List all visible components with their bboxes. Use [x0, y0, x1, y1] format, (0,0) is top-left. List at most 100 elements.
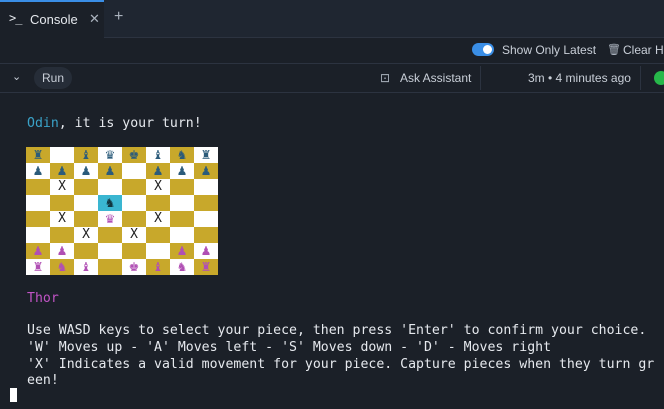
tab-console[interactable]: >_ Console ✕ [0, 0, 104, 38]
chess-piece: ♟ [104, 164, 116, 178]
chess-piece: ♟ [152, 164, 164, 178]
board-square[interactable]: ♞ [170, 259, 194, 275]
board-square[interactable] [122, 195, 146, 211]
board-square[interactable]: ♟ [194, 243, 218, 259]
board-square[interactable] [170, 179, 194, 195]
board-square[interactable]: X [146, 179, 170, 195]
board-square[interactable] [146, 227, 170, 243]
ask-assistant-button[interactable]: Ask Assistant [400, 71, 471, 85]
valid-move-marker: X [154, 211, 162, 226]
board-square[interactable] [170, 195, 194, 211]
chevron-down-icon[interactable]: ⌄ [12, 70, 21, 83]
divider [480, 66, 481, 90]
board-square[interactable] [74, 211, 98, 227]
board-square[interactable]: X [146, 211, 170, 227]
board-square[interactable]: X [74, 227, 98, 243]
board-square[interactable]: ♛ [98, 147, 122, 163]
board-square[interactable] [146, 195, 170, 211]
instruction-line: 'X' Indicates a valid movement for your … [27, 357, 655, 372]
board-square[interactable] [74, 179, 98, 195]
board-square[interactable] [74, 195, 98, 211]
board-square[interactable] [122, 179, 146, 195]
board-square[interactable]: ♟ [194, 163, 218, 179]
board-square[interactable] [26, 211, 50, 227]
show-only-latest-label[interactable]: Show Only Latest [502, 43, 596, 57]
board-square[interactable] [194, 195, 218, 211]
board-square[interactable] [170, 211, 194, 227]
board-square[interactable] [122, 211, 146, 227]
chess-piece: ♝ [152, 148, 164, 162]
board-square[interactable]: ♚ [122, 147, 146, 163]
chess-board[interactable]: ♜ ♝ ♛ ♚ ♝ ♞ ♜ ♟ ♟ ♟ ♟ ♟ ♟ ♟ X X ♞ X ♛ X X X ♟ ♟ ♟ ♟ ♜ ♞ ♝ ♚ ♝ ♞ ♜ [26, 147, 218, 275]
board-square[interactable]: X [122, 227, 146, 243]
board-square[interactable] [194, 211, 218, 227]
chess-piece: ♝ [152, 260, 164, 274]
board-square[interactable] [146, 243, 170, 259]
board-square[interactable]: ♞ [170, 147, 194, 163]
board-square[interactable] [98, 259, 122, 275]
chess-piece: ♛ [104, 212, 116, 226]
instruction-line: 'W' Moves up - 'A' Moves left - 'S' Move… [27, 340, 552, 355]
chess-piece: ♟ [32, 164, 44, 178]
board-square[interactable] [122, 163, 146, 179]
show-only-latest-toggle[interactable] [472, 43, 494, 56]
board-square[interactable] [50, 147, 74, 163]
board-square[interactable] [50, 227, 74, 243]
board-square[interactable]: ♝ [146, 147, 170, 163]
board-square[interactable]: ♟ [98, 163, 122, 179]
board-square[interactable] [74, 243, 98, 259]
turn-message: Odin, it is your turn! [27, 116, 202, 131]
run-button[interactable]: Run [34, 67, 72, 89]
board-square[interactable]: ♟ [74, 163, 98, 179]
board-square[interactable]: ♝ [146, 259, 170, 275]
board-square[interactable] [26, 195, 50, 211]
board-square[interactable] [98, 227, 122, 243]
board-square[interactable] [98, 179, 122, 195]
board-square[interactable]: ♞ [98, 195, 122, 211]
board-square[interactable] [194, 179, 218, 195]
board-square[interactable]: ♝ [74, 259, 98, 275]
board-square[interactable] [50, 195, 74, 211]
board-square[interactable]: X [50, 179, 74, 195]
instruction-line: Use WASD keys to select your piece, then… [27, 323, 647, 338]
board-square[interactable]: ♞ [50, 259, 74, 275]
board-square[interactable]: ♜ [26, 259, 50, 275]
board-square[interactable] [26, 227, 50, 243]
board-square[interactable]: ♟ [170, 243, 194, 259]
board-square[interactable]: ♜ [194, 147, 218, 163]
board-square[interactable]: ♜ [26, 147, 50, 163]
board-square[interactable]: ♟ [50, 163, 74, 179]
chess-piece: ♞ [56, 260, 68, 274]
board-square[interactable]: ♝ [74, 147, 98, 163]
chess-piece: ♟ [200, 164, 212, 178]
tab-label: Console [30, 12, 78, 27]
valid-move-marker: X [154, 179, 162, 194]
board-square[interactable] [170, 227, 194, 243]
board-square[interactable]: X [50, 211, 74, 227]
valid-move-marker: X [130, 227, 138, 242]
chess-piece: ♜ [200, 148, 212, 162]
chat-icon[interactable]: ⊡ [380, 71, 390, 85]
chess-piece: ♟ [80, 164, 92, 178]
board-square[interactable]: ♟ [26, 163, 50, 179]
terminal-icon: >_ [9, 11, 22, 25]
add-tab-icon[interactable]: + [114, 8, 123, 26]
close-icon[interactable]: ✕ [89, 11, 100, 27]
board-square[interactable]: ♟ [50, 243, 74, 259]
chess-piece: ♜ [200, 260, 212, 274]
board-square[interactable] [98, 243, 122, 259]
board-square[interactable] [26, 179, 50, 195]
board-square[interactable] [122, 243, 146, 259]
chess-piece: ♟ [56, 244, 68, 258]
board-square[interactable]: ♟ [170, 163, 194, 179]
chess-piece: ♝ [80, 148, 92, 162]
status-indicator [654, 71, 664, 85]
board-square[interactable]: ♟ [146, 163, 170, 179]
board-square[interactable]: ♟ [26, 243, 50, 259]
trash-icon[interactable]: 🗑 [607, 43, 621, 56]
board-square[interactable] [194, 227, 218, 243]
clear-history-button[interactable]: Clear History [623, 43, 664, 57]
board-square[interactable]: ♜ [194, 259, 218, 275]
board-square[interactable]: ♛ [98, 211, 122, 227]
board-square[interactable]: ♚ [122, 259, 146, 275]
